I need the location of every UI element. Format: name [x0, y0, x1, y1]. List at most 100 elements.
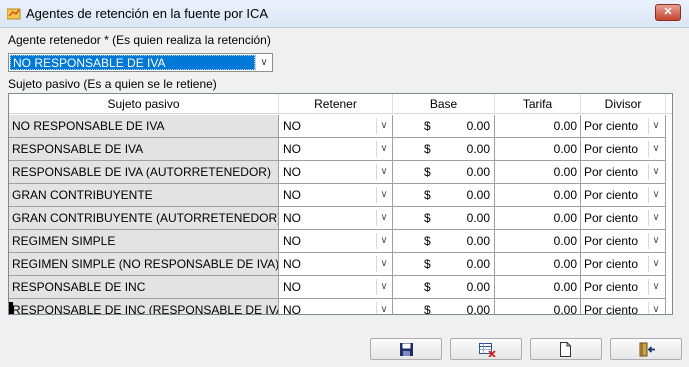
- row-indicator: [9, 302, 13, 314]
- divisor-value: Por ciento: [584, 280, 639, 294]
- retener-select[interactable]: NO ∨: [279, 299, 393, 314]
- chevron-down-icon[interactable]: ∨: [648, 256, 663, 272]
- save-button[interactable]: [370, 338, 442, 360]
- save-icon: [400, 343, 413, 356]
- chevron-down-icon[interactable]: ∨: [255, 54, 272, 71]
- retener-select[interactable]: NO ∨: [279, 161, 393, 184]
- table-row[interactable]: REGIMEN SIMPLE NO ∨ $0.00 0.00 Por ciento ∨: [9, 230, 672, 253]
- retener-select[interactable]: NO ∨: [279, 253, 393, 276]
- divisor-select[interactable]: Por ciento ∨: [581, 276, 666, 299]
- sujeto-pasivo-cell[interactable]: GRAN CONTRIBUYENTE (AUTORRETENEDOR): [9, 207, 279, 230]
- chevron-down-icon[interactable]: ∨: [648, 233, 663, 249]
- retener-select[interactable]: NO ∨: [279, 138, 393, 161]
- tarifa-field[interactable]: 0.00: [495, 161, 581, 184]
- base-field[interactable]: $0.00: [393, 184, 495, 207]
- divisor-select[interactable]: Por ciento ∨: [581, 207, 666, 230]
- chevron-down-icon[interactable]: ∨: [376, 210, 391, 226]
- retener-select[interactable]: NO ∨: [279, 184, 393, 207]
- column-header-tarifa[interactable]: Tarifa: [495, 94, 581, 114]
- divisor-select[interactable]: Por ciento ∨: [581, 184, 666, 207]
- sujeto-pasivo-cell[interactable]: RESPONSABLE DE INC (RESPONSABLE DE IVA): [9, 299, 279, 314]
- retener-select[interactable]: NO ∨: [279, 207, 393, 230]
- chevron-down-icon[interactable]: ∨: [648, 302, 663, 314]
- tarifa-field[interactable]: 0.00: [495, 276, 581, 299]
- retener-select[interactable]: NO ∨: [279, 230, 393, 253]
- chevron-down-icon[interactable]: ∨: [376, 233, 391, 249]
- chevron-down-icon[interactable]: ∨: [648, 187, 663, 203]
- table-row[interactable]: RESPONSABLE DE IVA (AUTORRETENEDOR) NO ∨ $0…: [9, 161, 672, 184]
- retener-select[interactable]: NO ∨: [279, 115, 393, 138]
- tarifa-field[interactable]: 0.00: [495, 253, 581, 276]
- base-field[interactable]: $0.00: [393, 253, 495, 276]
- tarifa-field[interactable]: 0.00: [495, 207, 581, 230]
- table-row[interactable]: RESPONSABLE DE INC (RESPONSABLE DE IVA) N…: [9, 299, 672, 315]
- agente-retenedor-select[interactable]: NO RESPONSABLE DE IVA ∨: [8, 53, 273, 72]
- divisor-select[interactable]: Por ciento ∨: [581, 115, 666, 138]
- chevron-down-icon[interactable]: ∨: [376, 256, 391, 272]
- table-row[interactable]: REGIMEN SIMPLE (NO RESPONSABLE DE IVA) NO…: [9, 253, 672, 276]
- column-header-retener[interactable]: Retener: [279, 94, 393, 114]
- new-button[interactable]: [530, 338, 602, 360]
- divisor-select[interactable]: Por ciento ∨: [581, 299, 666, 314]
- chevron-down-icon[interactable]: ∨: [648, 141, 663, 157]
- chevron-down-icon[interactable]: ∨: [376, 187, 391, 203]
- tarifa-field[interactable]: 0.00: [495, 230, 581, 253]
- divisor-select[interactable]: Por ciento ∨: [581, 161, 666, 184]
- column-header-divisor[interactable]: Divisor: [581, 94, 666, 114]
- base-field[interactable]: $0.00: [393, 115, 495, 138]
- divisor-value: Por ciento: [584, 165, 639, 179]
- sujeto-pasivo-cell[interactable]: GRAN CONTRIBUYENTE: [9, 184, 279, 207]
- delete-rows-button[interactable]: [450, 338, 522, 360]
- base-field[interactable]: $0.00: [393, 161, 495, 184]
- base-field[interactable]: $0.00: [393, 299, 495, 315]
- base-field[interactable]: $0.00: [393, 138, 495, 161]
- currency-symbol: $: [424, 303, 431, 315]
- tarifa-field[interactable]: 0.00: [495, 299, 581, 314]
- chevron-down-icon[interactable]: ∨: [648, 279, 663, 295]
- retention-grid[interactable]: Sujeto pasivo Retener Base Tarifa Diviso…: [8, 93, 673, 315]
- divisor-select[interactable]: Por ciento ∨: [581, 138, 666, 161]
- sujeto-pasivo-cell[interactable]: REGIMEN SIMPLE: [9, 230, 279, 253]
- chevron-down-icon[interactable]: ∨: [376, 141, 391, 157]
- column-header-sujeto[interactable]: Sujeto pasivo: [9, 94, 279, 114]
- chevron-down-icon[interactable]: ∨: [648, 210, 663, 226]
- base-value: 0.00: [466, 280, 490, 294]
- sujeto-pasivo-cell[interactable]: RESPONSABLE DE IVA (AUTORRETENEDOR): [9, 161, 279, 184]
- tarifa-field[interactable]: 0.00: [495, 138, 581, 161]
- column-header-base[interactable]: Base: [393, 94, 495, 114]
- divisor-select[interactable]: Por ciento ∨: [581, 230, 666, 253]
- grid-header: Sujeto pasivo Retener Base Tarifa Diviso…: [9, 94, 672, 114]
- base-field[interactable]: $0.00: [393, 207, 495, 230]
- table-row[interactable]: RESPONSABLE DE INC NO ∨ $0.00 0.00 Por ciento…: [9, 276, 672, 299]
- close-button[interactable]: ✕: [655, 4, 681, 21]
- divisor-value: Por ciento: [584, 188, 639, 202]
- retener-value: NO: [283, 119, 301, 133]
- sujeto-pasivo-cell[interactable]: REGIMEN SIMPLE (NO RESPONSABLE DE IVA): [9, 253, 279, 276]
- chevron-down-icon[interactable]: ∨: [376, 118, 391, 134]
- sujeto-pasivo-cell[interactable]: NO RESPONSABLE DE IVA: [9, 115, 279, 138]
- sujeto-pasivo-cell[interactable]: RESPONSABLE DE INC: [9, 276, 279, 299]
- exit-icon: [639, 342, 655, 357]
- table-row[interactable]: GRAN CONTRIBUYENTE (AUTORRETENEDOR) NO ∨ $0…: [9, 207, 672, 230]
- divisor-select[interactable]: Por ciento ∨: [581, 253, 666, 276]
- base-field[interactable]: $0.00: [393, 276, 495, 299]
- exit-button[interactable]: [610, 338, 682, 360]
- chevron-down-icon[interactable]: ∨: [376, 164, 391, 180]
- table-row[interactable]: RESPONSABLE DE IVA NO ∨ $0.00 0.00 Por ciento…: [9, 138, 672, 161]
- table-row[interactable]: GRAN CONTRIBUYENTE NO ∨ $0.00 0.00 Por ciento…: [9, 184, 672, 207]
- sujeto-pasivo-label: Sujeto pasivo (Es a quien se le retiene): [8, 77, 217, 91]
- retener-select[interactable]: NO ∨: [279, 276, 393, 299]
- base-value: 0.00: [466, 188, 490, 202]
- table-row[interactable]: NO RESPONSABLE DE IVA NO ∨ $0.00 0.00 Por cie…: [9, 115, 672, 138]
- chevron-down-icon[interactable]: ∨: [376, 279, 391, 295]
- base-value: 0.00: [466, 303, 490, 315]
- base-field[interactable]: $0.00: [393, 230, 495, 253]
- window-title: Agentes de retención en la fuente por IC…: [26, 6, 269, 21]
- tarifa-field[interactable]: 0.00: [495, 184, 581, 207]
- currency-symbol: $: [424, 280, 431, 294]
- tarifa-field[interactable]: 0.00: [495, 115, 581, 138]
- chevron-down-icon[interactable]: ∨: [648, 164, 663, 180]
- chevron-down-icon[interactable]: ∨: [376, 302, 391, 314]
- sujeto-pasivo-cell[interactable]: RESPONSABLE DE IVA: [9, 138, 279, 161]
- chevron-down-icon[interactable]: ∨: [648, 118, 663, 134]
